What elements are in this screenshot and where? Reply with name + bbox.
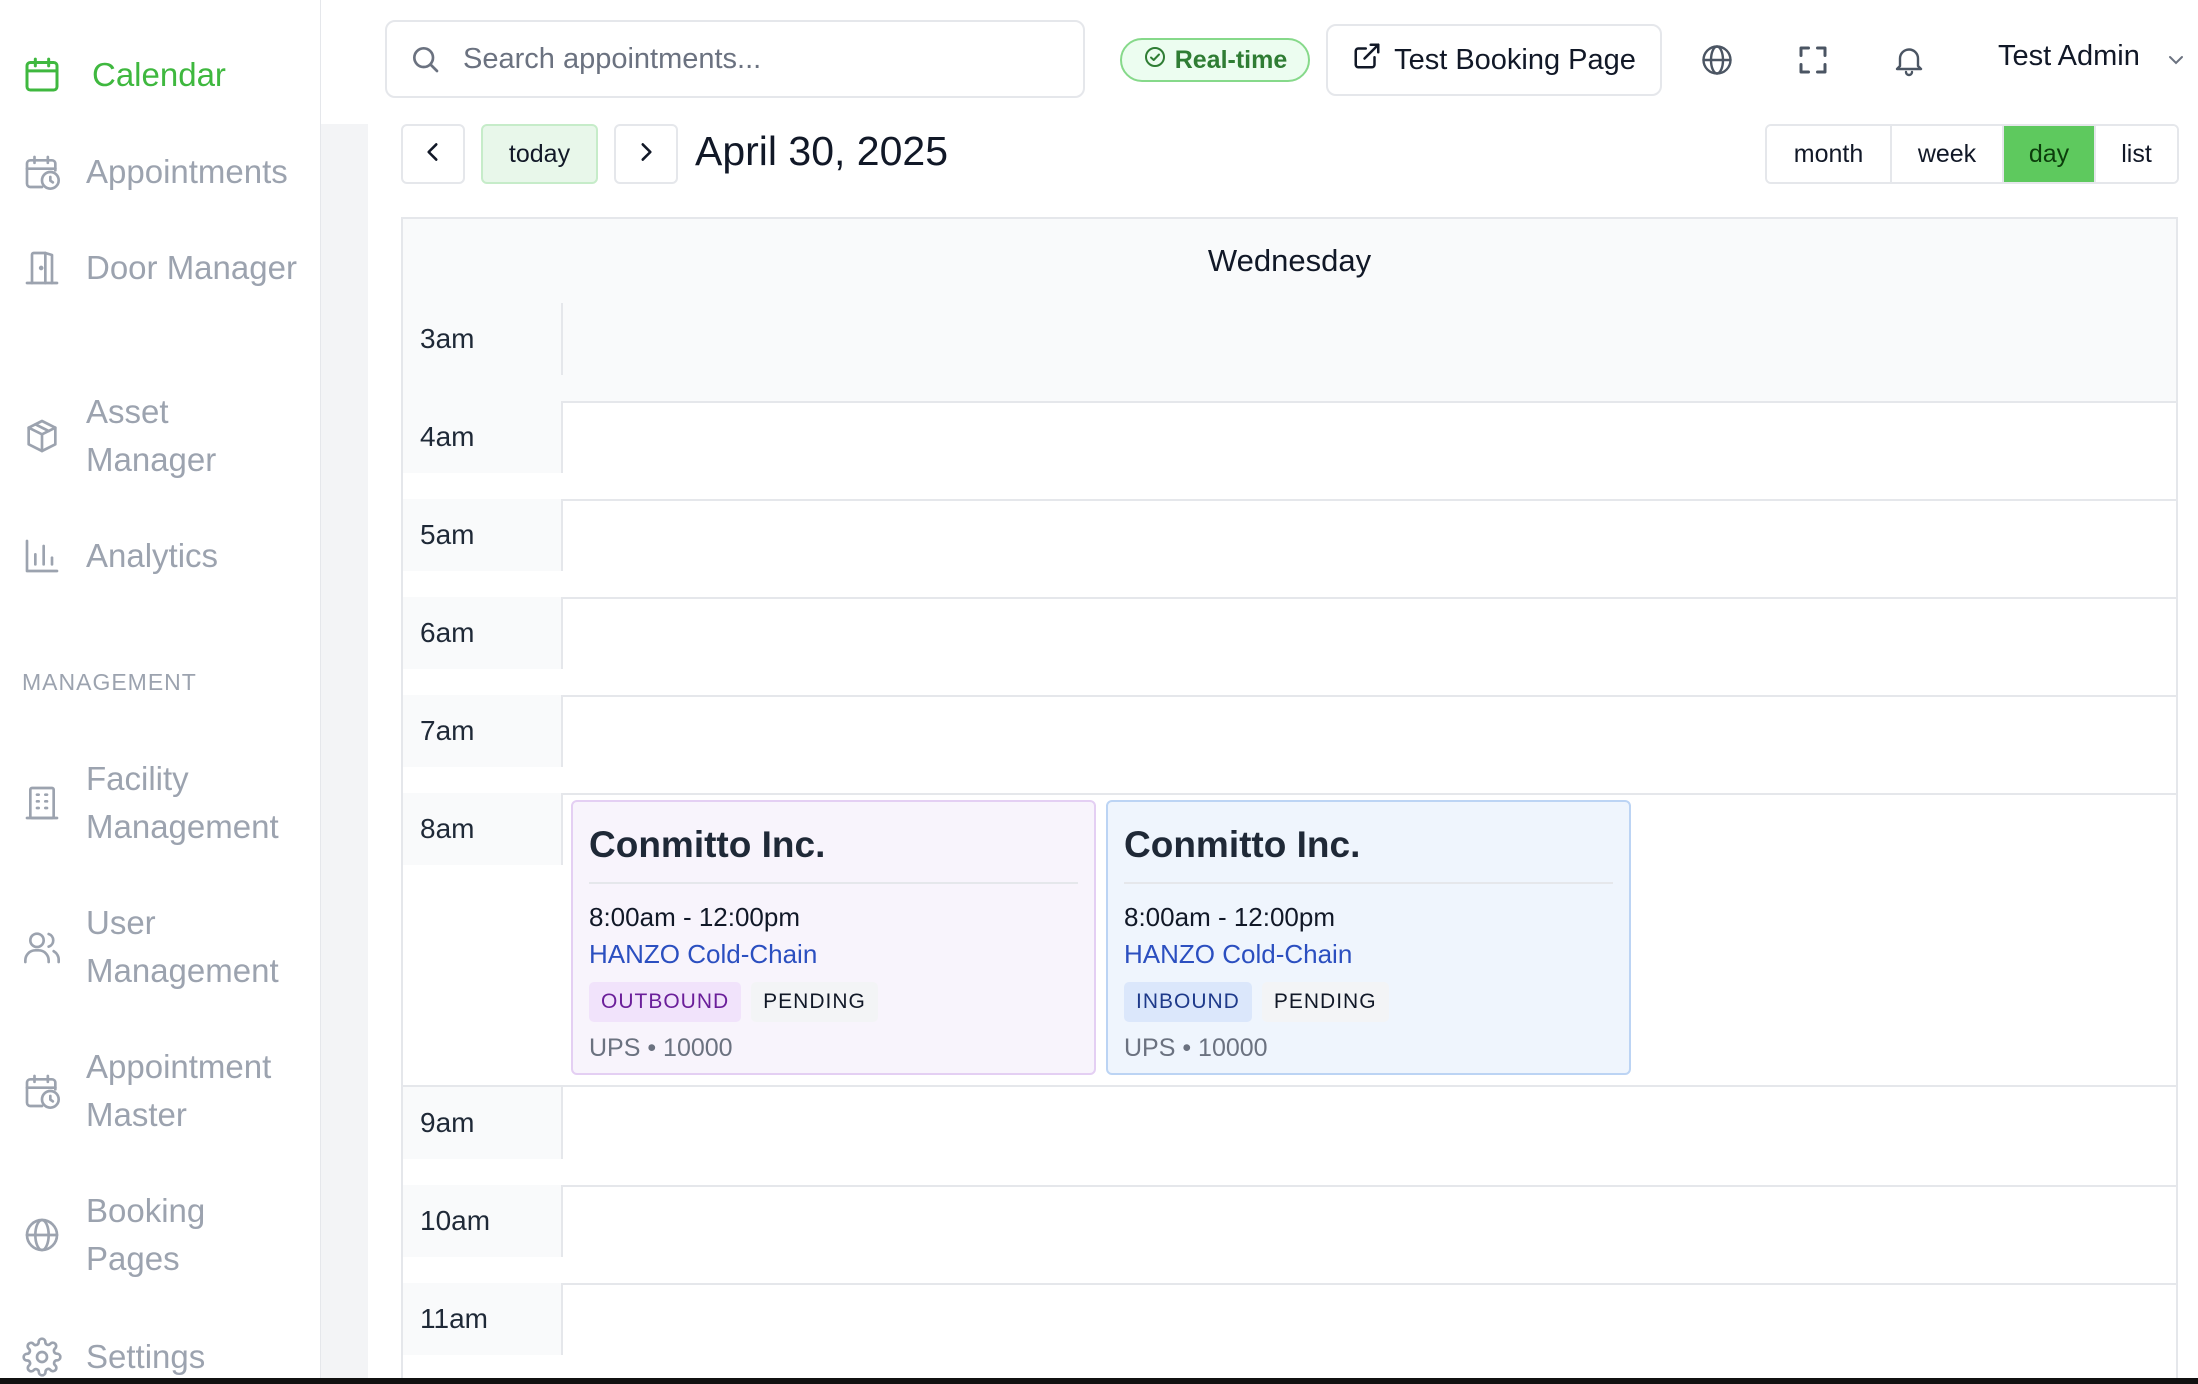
sidebar: Calendar Appointments Door Manager Asset… (0, 0, 321, 1380)
event-time: 8:00am - 12:00pm (1124, 902, 1336, 932)
calendar-clock-icon (22, 1071, 62, 1111)
event-tags: OUTBOUND PENDING (589, 982, 1078, 1022)
hour-row[interactable]: 10am (403, 1185, 2176, 1285)
test-booking-page-label: Test Booking Page (1394, 43, 1636, 76)
event-carrier-link[interactable]: HANZO Cold-Chain (589, 939, 1078, 970)
view-week-button[interactable]: week (1892, 126, 2004, 182)
hour-row[interactable]: 6am (403, 597, 2176, 697)
hour-row[interactable]: 9am (403, 1087, 2176, 1187)
language-globe-icon[interactable] (1699, 42, 1735, 78)
day-column-header: Wednesday (403, 219, 2176, 305)
sidebar-item-label: Door Manager (86, 249, 297, 286)
appointment-event-inbound[interactable]: Conmitto Inc. 8:00am - 12:00pm HANZO Col… (1106, 800, 1631, 1075)
window-bottom-edge (0, 1378, 2198, 1384)
calendar-icon (22, 55, 62, 95)
prev-button[interactable] (401, 124, 465, 184)
view-list-button[interactable]: list (2096, 126, 2177, 182)
hour-row[interactable]: 4am (403, 401, 2176, 501)
sidebar-item-appointment-master[interactable]: Appointment Master (22, 1043, 306, 1139)
sidebar-item-label: Appointment Master (86, 1048, 272, 1133)
view-day-button[interactable]: day (2004, 126, 2096, 182)
direction-badge: INBOUND (1124, 982, 1252, 1022)
sidebar-item-label: Calendar (92, 56, 226, 93)
hour-label: 5am (403, 499, 563, 571)
hour-label: 7am (403, 695, 563, 767)
sidebar-item-label: Asset Manager (86, 393, 217, 478)
user-menu[interactable]: Test Admin (1998, 40, 2140, 73)
next-button[interactable] (614, 124, 678, 184)
building-icon (22, 783, 62, 823)
check-circle-icon (1143, 45, 1175, 76)
bar-chart-icon (22, 536, 62, 576)
external-link-icon (1352, 41, 1394, 79)
hour-label: 11am (403, 1283, 563, 1355)
day-calendar: Wednesday 3am 4am 5am 6am 7am 8am 9am 10… (401, 217, 2178, 1380)
event-company: Conmitto Inc. (589, 824, 1078, 884)
test-booking-page-button[interactable]: Test Booking Page (1326, 24, 1662, 96)
sidebar-item-user-management[interactable]: User Management (22, 899, 306, 995)
sidebar-item-analytics[interactable]: Analytics (22, 532, 218, 580)
chevron-right-icon (633, 139, 659, 170)
users-icon (22, 927, 62, 967)
realtime-label: Real-time (1174, 45, 1288, 74)
sidebar-item-appointments[interactable]: Appointments (22, 148, 288, 196)
sidebar-item-settings[interactable]: Settings (22, 1333, 205, 1381)
status-badge: PENDING (751, 982, 878, 1022)
hour-label: 9am (403, 1087, 563, 1159)
search-icon (409, 43, 441, 75)
sidebar-item-door-manager[interactable]: Door Manager (22, 244, 306, 292)
event-tags: INBOUND PENDING (1124, 982, 1613, 1022)
bell-icon[interactable] (1891, 42, 1927, 78)
direction-badge: OUTBOUND (589, 982, 742, 1022)
today-button[interactable]: today (481, 124, 598, 184)
view-month-button[interactable]: month (1767, 126, 1892, 182)
calendar-clock-icon (22, 152, 62, 192)
section-label-management: MANAGEMENT (22, 669, 197, 695)
door-icon (22, 248, 62, 288)
sidebar-item-label: User Management (86, 904, 279, 989)
fullscreen-icon[interactable] (1795, 42, 1831, 78)
current-date-title: April 30, 2025 (695, 128, 949, 174)
hour-row[interactable]: 3am (403, 303, 2176, 403)
hour-label: 10am (403, 1185, 563, 1257)
hour-label: 6am (403, 597, 563, 669)
status-badge: PENDING (1261, 982, 1389, 1022)
hour-label: 4am (403, 401, 563, 473)
sidebar-item-asset-manager[interactable]: Asset Manager (22, 388, 306, 484)
sidebar-item-facility-management[interactable]: Facility Management (22, 755, 306, 851)
event-carrier-link[interactable]: HANZO Cold-Chain (1124, 939, 1613, 970)
event-meta: UPS • 10000 (589, 1034, 733, 1062)
search-box[interactable] (385, 20, 1085, 98)
sidebar-item-label: Booking Pages (86, 1192, 206, 1277)
event-company: Conmitto Inc. (1124, 824, 1613, 884)
sidebar-item-label: Settings (86, 1338, 206, 1375)
hour-label: 8am (403, 793, 563, 865)
chevron-left-icon (420, 139, 446, 170)
sidebar-item-calendar[interactable]: Calendar (22, 51, 226, 99)
realtime-badge: Real-time (1120, 38, 1310, 82)
sidebar-item-label: Analytics (86, 537, 219, 574)
appointment-event-outbound[interactable]: Conmitto Inc. 8:00am - 12:00pm HANZO Col… (571, 800, 1096, 1075)
hour-row[interactable]: 11am (403, 1283, 2176, 1381)
event-time: 8:00am - 12:00pm (589, 902, 801, 932)
hour-label: 3am (403, 303, 563, 375)
hour-row[interactable]: 5am (403, 499, 2176, 599)
package-icon (22, 416, 62, 456)
hour-row[interactable]: 7am (403, 695, 2176, 795)
sidebar-item-label: Facility Management (86, 760, 279, 845)
event-meta: UPS • 10000 (1124, 1034, 1268, 1062)
sidebar-item-booking-pages[interactable]: Booking Pages (22, 1187, 306, 1283)
sidebar-item-label: Appointments (86, 153, 288, 190)
globe-icon (22, 1215, 62, 1255)
gear-icon (22, 1337, 62, 1377)
view-switcher: month week day list (1765, 124, 2179, 184)
search-input[interactable] (461, 41, 1065, 77)
chevron-down-icon[interactable] (2164, 48, 2188, 72)
